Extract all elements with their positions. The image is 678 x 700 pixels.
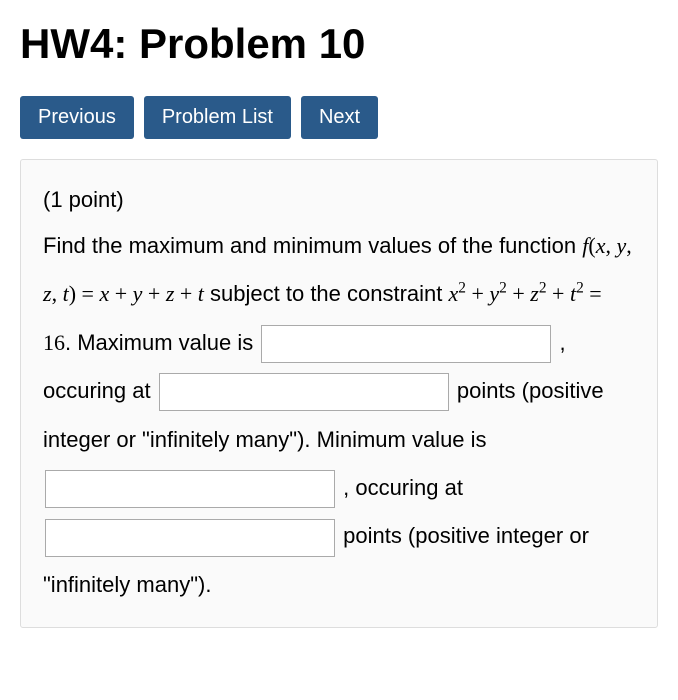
problem-body: Find the maximum and minimum values of t… [43,222,635,609]
max-points-input[interactable] [159,373,449,411]
problem-list-button[interactable]: Problem List [144,96,291,139]
next-button[interactable]: Next [301,96,378,139]
problem-panel: (1 point) Find the maximum and minimum v… [20,159,658,628]
page-title: HW4: Problem 10 [20,20,658,68]
problem-text-2: subject to the constraint [204,281,449,306]
previous-button[interactable]: Previous [20,96,134,139]
max-value-input[interactable] [261,325,551,363]
min-value-input[interactable] [45,470,335,508]
problem-text-3: . Maximum value is [65,330,259,355]
problem-text-6: , occuring at [337,475,463,500]
nav-button-row: Previous Problem List Next [20,96,658,139]
min-points-input[interactable] [45,519,335,557]
problem-text-1: Find the maximum and minimum values of t… [43,233,582,258]
points-label: (1 point) [43,178,635,222]
